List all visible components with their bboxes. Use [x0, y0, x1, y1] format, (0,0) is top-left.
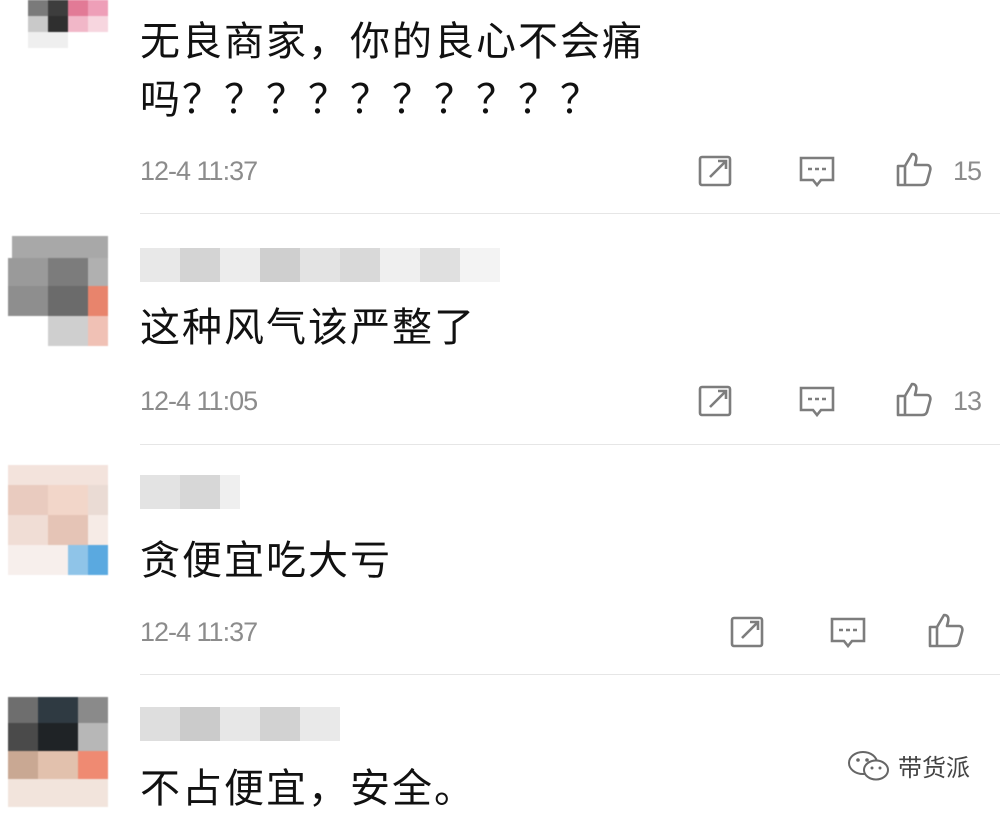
comment-time: 12-4 11:37: [140, 156, 258, 186]
thumbs-up-icon[interactable]: [895, 380, 933, 418]
avatar[interactable]: [8, 0, 108, 48]
share-icon[interactable]: [729, 613, 767, 651]
comment-text: 贪便宜吃大亏: [140, 538, 392, 584]
comment-item: 无良商家，你的良心不会痛 吗？？？？？？？？？？ 12-4 11:37 15: [0, 0, 1000, 214]
comment-text-line: 吗？？？？？？？？？？: [140, 77, 602, 123]
thumbs-up-icon[interactable]: [895, 150, 933, 188]
watermark-label: 带货派: [898, 754, 970, 782]
username-blurred: [140, 475, 240, 509]
like-count: 15: [953, 156, 982, 186]
comment-time: 12-4 11:37: [140, 617, 258, 647]
username-blurred: [140, 707, 340, 741]
thumbs-up-icon[interactable]: [927, 611, 965, 649]
watermark: 带货派: [846, 748, 970, 783]
reply-icon[interactable]: [798, 382, 836, 420]
avatar[interactable]: [8, 236, 108, 346]
username-blurred: [140, 248, 500, 282]
comment-time: 12-4 11:05: [140, 386, 258, 416]
wechat-icon: [848, 750, 889, 780]
reply-icon[interactable]: [829, 613, 867, 651]
like-count: 13: [953, 386, 982, 416]
comment-item: 贪便宜吃大亏 12-4 11:37: [0, 445, 1000, 675]
comment-item: 这种风气该严整了 12-4 11:05 13: [0, 214, 1000, 445]
comment-text: 这种风气该严整了: [140, 305, 476, 351]
avatar[interactable]: [8, 465, 108, 575]
share-icon[interactable]: [697, 152, 735, 190]
avatar[interactable]: [8, 697, 108, 807]
comment-text-line: 无良商家，你的良心不会痛: [140, 19, 644, 65]
comment-text: 不占便宜，安全。: [140, 766, 476, 812]
reply-icon[interactable]: [798, 152, 836, 190]
comment-item: 不占便宜，安全。: [0, 675, 1000, 815]
share-icon[interactable]: [697, 382, 735, 420]
